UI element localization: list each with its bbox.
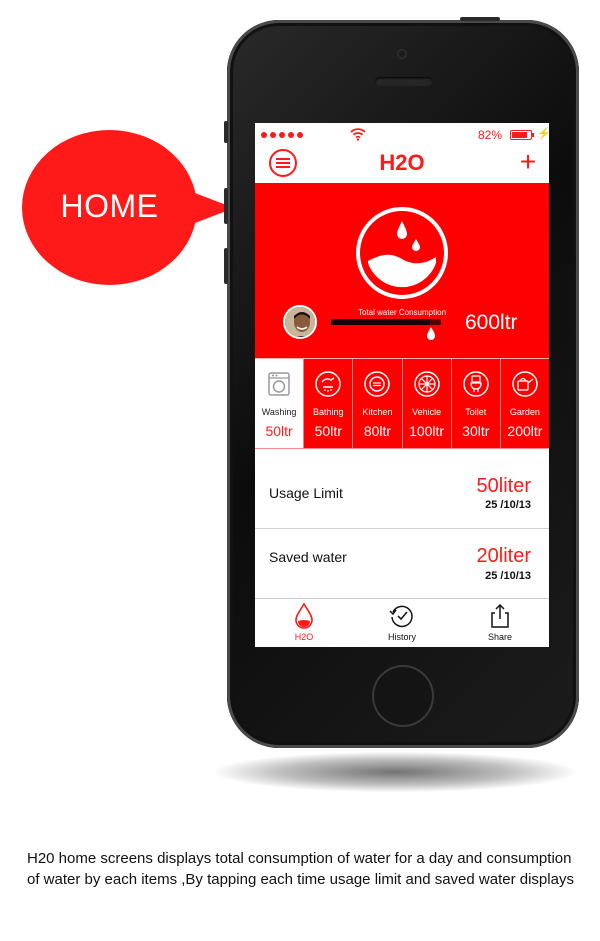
- category-value: 30ltr: [462, 423, 490, 439]
- front-camera: [397, 49, 407, 59]
- signal-strength-icon: [261, 132, 303, 138]
- battery-icon: [510, 130, 534, 140]
- share-icon: [491, 603, 509, 628]
- category-garden[interactable]: Garden 200ltr: [499, 359, 549, 448]
- saved-water-label: Saved water: [269, 549, 347, 565]
- category-name: Washing: [261, 407, 297, 417]
- usage-limit-date: 25 /10/13: [485, 499, 531, 511]
- drop-marker-icon: [427, 327, 435, 340]
- usage-limit-row[interactable]: Usage Limit 50liter 25 /10/13: [255, 455, 549, 529]
- consumption-hero: Total water Consumption 600ltr: [255, 183, 549, 358]
- water-drop-icon: [295, 603, 313, 629]
- bathing-icon: [315, 371, 341, 397]
- battery-level: [512, 132, 527, 138]
- watering-can-icon: [512, 371, 538, 397]
- wifi-icon: [350, 128, 366, 141]
- water-level-icon: [356, 207, 448, 299]
- battery-percentage: 82%: [478, 128, 503, 142]
- category-toilet[interactable]: Toilet 30ltr: [450, 359, 500, 448]
- add-button[interactable]: +: [513, 145, 543, 179]
- tab-label: Share: [487, 632, 513, 642]
- tab-h2o[interactable]: H2O: [255, 599, 353, 647]
- toilet-icon: [463, 371, 489, 397]
- usage-limit-amount: 50liter: [476, 475, 531, 497]
- tab-label: H2O: [294, 632, 314, 642]
- kitchen-icon: [364, 371, 391, 397]
- phone-shadow: [215, 752, 575, 792]
- vehicle-wheel-icon: [413, 371, 440, 397]
- tab-label: History: [387, 632, 416, 642]
- volume-up-button: [224, 188, 228, 224]
- consumption-label: Total water Consumption: [357, 308, 447, 317]
- user-photo: [285, 307, 315, 337]
- tab-share[interactable]: Share: [451, 599, 549, 647]
- usage-limit-label: Usage Limit: [269, 485, 343, 501]
- charging-icon: ⚡: [537, 128, 549, 140]
- washing-machine-icon: [268, 372, 290, 396]
- app-title: H2O: [379, 150, 425, 175]
- category-bathing[interactable]: Bathing 50ltr: [303, 359, 353, 448]
- category-vehicle[interactable]: Vehicle 100ltr: [401, 359, 451, 448]
- home-button[interactable]: [372, 665, 434, 727]
- category-strip: Washing 50ltr Bathing 50ltr Kitchen 80lt…: [255, 358, 549, 449]
- callout-label: HOME: [60, 188, 159, 224]
- tab-history[interactable]: History: [353, 599, 451, 647]
- category-name: Kitchen: [362, 407, 393, 417]
- plus-icon: +: [519, 146, 537, 177]
- volume-down-button: [224, 248, 228, 284]
- category-kitchen[interactable]: Kitchen 80ltr: [352, 359, 402, 448]
- category-name: Bathing: [312, 407, 344, 417]
- category-washing[interactable]: Washing 50ltr: [255, 359, 304, 448]
- earpiece-speaker: [375, 77, 433, 86]
- category-name: Garden: [509, 407, 540, 417]
- saved-water-amount: 20liter: [476, 545, 531, 567]
- consumption-value: 600ltr: [465, 311, 518, 334]
- tab-bar: H2O History Share: [255, 598, 549, 647]
- status-bar: 82% ⚡: [255, 123, 549, 145]
- category-name: Toilet: [465, 407, 487, 417]
- app-screen: 82% ⚡ H2O + Total water Consumption 600l…: [255, 123, 549, 647]
- description-caption: H20 home screens displays total consumpt…: [27, 850, 574, 888]
- avatar[interactable]: [283, 305, 317, 339]
- category-value: 80ltr: [363, 423, 392, 439]
- power-button: [460, 17, 500, 21]
- category-name: Vehicle: [412, 407, 442, 417]
- nav-bar: H2O +: [255, 145, 549, 183]
- saved-water-date: 25 /10/13: [485, 570, 531, 582]
- category-value: 50ltr: [265, 423, 293, 439]
- category-value: 200ltr: [507, 423, 543, 439]
- category-value: 50ltr: [314, 423, 342, 439]
- history-clock-icon: [389, 605, 413, 628]
- mute-switch: [224, 121, 228, 143]
- home-callout: HOME: [22, 130, 234, 285]
- category-value: 100ltr: [409, 423, 445, 439]
- consumption-progress-bar: [331, 319, 441, 325]
- consumption-progress-fill: [331, 319, 430, 325]
- saved-water-row[interactable]: Saved water 20liter 25 /10/13: [255, 529, 549, 603]
